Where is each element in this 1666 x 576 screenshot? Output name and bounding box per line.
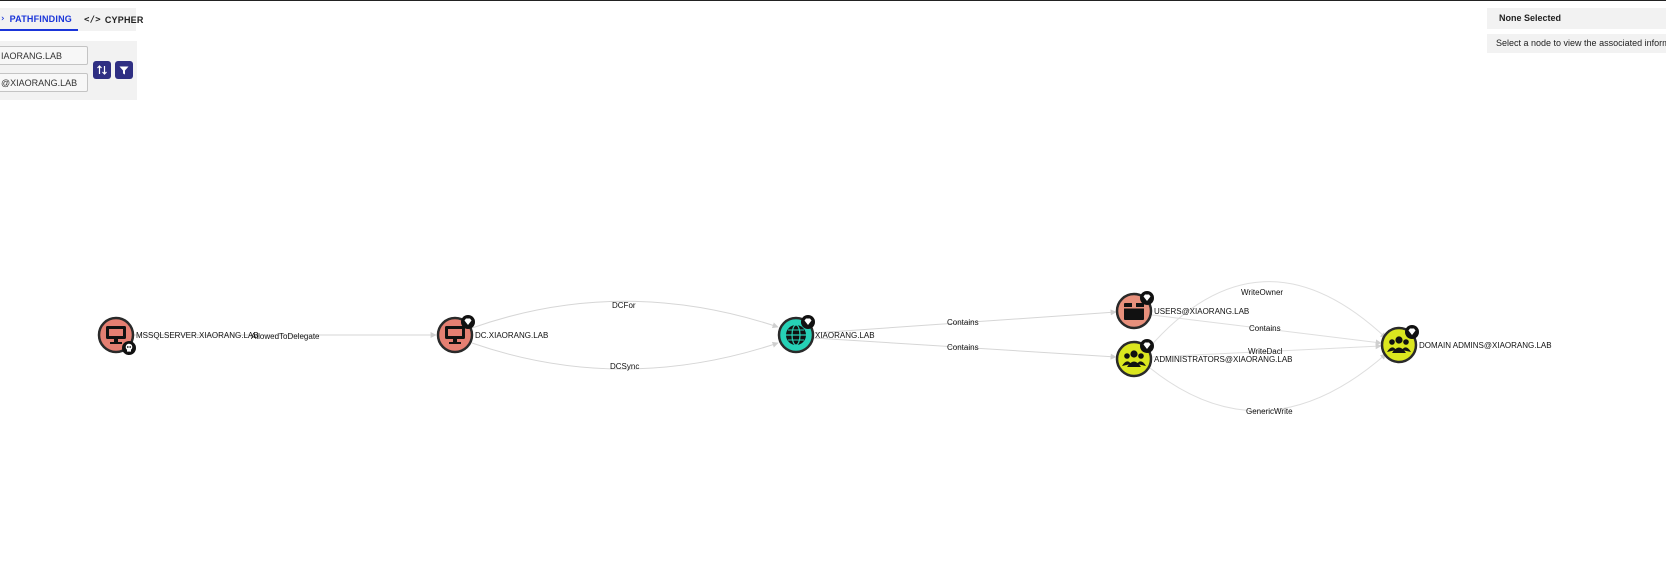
gem-icon	[801, 315, 815, 329]
box-icon	[1124, 303, 1144, 320]
node-label-dc: DC.XIAORANG.LAB	[475, 331, 548, 340]
node-administrators[interactable]: ADMINISTRATORS@XIAORANG.LAB	[1115, 339, 1293, 378]
node-label-users: USERS@XIAORANG.LAB	[1154, 307, 1249, 316]
node-domain[interactable]: XIAORANG.LAB	[777, 315, 875, 354]
gem-icon	[1405, 325, 1419, 339]
node-label-mssqlserver: MSSQLSERVER.XIAORANG.LAB	[136, 331, 259, 340]
graph-canvas[interactable]: AllowedToDelegate DCFor DCSync Contains …	[0, 0, 1666, 576]
edge-label-contains-administrators: Contains	[947, 343, 979, 352]
edge-label-genericwrite: GenericWrite	[1246, 407, 1293, 416]
edge-label-writeowner: WriteOwner	[1241, 288, 1283, 297]
edge-label-dcsync: DCSync	[610, 362, 639, 371]
edge-label-dcfor: DCFor	[612, 301, 636, 310]
edge-label-contains-users: Contains	[947, 318, 979, 327]
node-label-administrators: ADMINISTRATORS@XIAORANG.LAB	[1154, 355, 1293, 364]
gem-icon	[1140, 339, 1154, 353]
node-label-domain-admins: DOMAIN ADMINS@XIAORANG.LAB	[1419, 341, 1552, 350]
edge-label-allowedtodelegate: AllowedToDelegate	[251, 332, 320, 341]
node-users[interactable]: USERS@XIAORANG.LAB	[1115, 291, 1249, 330]
edge-label-contains-domain-admins: Contains	[1249, 324, 1281, 333]
edges	[133, 281, 1387, 412]
globe-icon	[786, 324, 806, 346]
skull-icon	[122, 341, 136, 355]
gem-icon	[461, 315, 475, 329]
node-mssqlserver[interactable]: MSSQLSERVER.XIAORANG.LAB	[97, 316, 259, 355]
gem-icon	[1140, 291, 1154, 305]
node-label-domain: XIAORANG.LAB	[815, 331, 875, 340]
node-domain-admins[interactable]: DOMAIN ADMINS@XIAORANG.LAB	[1380, 325, 1552, 364]
